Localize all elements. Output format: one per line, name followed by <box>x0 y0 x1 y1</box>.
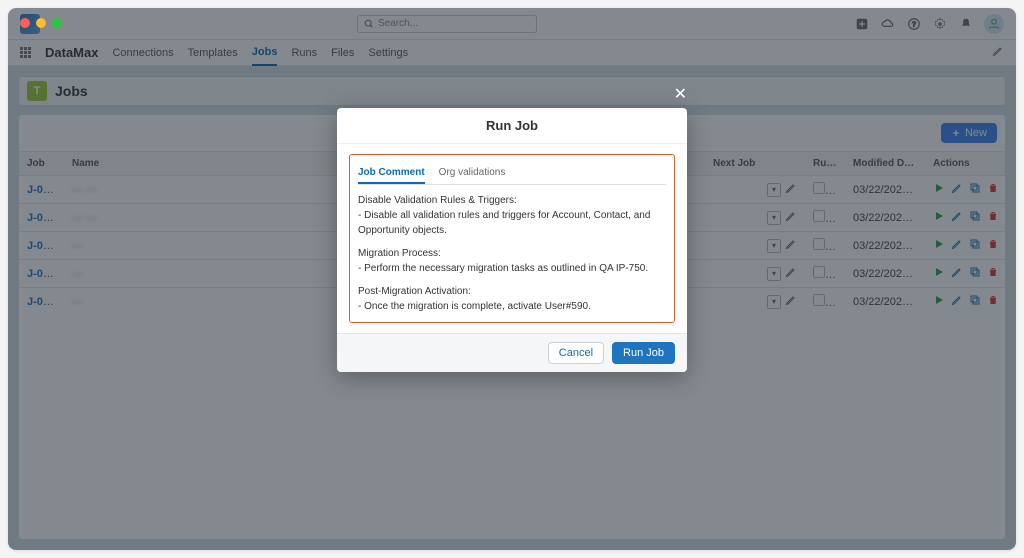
tab-job-comment[interactable]: Job Comment <box>358 163 425 184</box>
macos-zoom[interactable] <box>52 18 62 28</box>
cancel-button[interactable]: Cancel <box>548 342 604 364</box>
comment-section-title: Migration Process: <box>358 246 666 261</box>
modal-title: Run Job <box>337 108 687 144</box>
comment-section-title: Disable Validation Rules & Triggers: <box>358 193 666 208</box>
comment-section-body: - Perform the necessary migration tasks … <box>358 261 666 276</box>
macos-close[interactable] <box>20 18 30 28</box>
close-icon[interactable]: ✕ <box>674 84 687 104</box>
comment-section-title: Post-Migration Activation: <box>358 284 666 299</box>
comment-section-body: - Disable all validation rules and trigg… <box>358 208 666 238</box>
highlight-box: Job Comment Org validations Disable Vali… <box>349 154 675 323</box>
modal-overlay: ✕ Run Job Job Comment Org validations Di… <box>8 8 1016 550</box>
comment-section-body: - Once the migration is complete, activa… <box>358 299 666 314</box>
macos-minimize[interactable] <box>36 18 46 28</box>
tab-org-validations[interactable]: Org validations <box>439 163 506 184</box>
run-job-button[interactable]: Run Job <box>612 342 675 364</box>
job-comment-content: Disable Validation Rules & Triggers: - D… <box>358 193 666 314</box>
run-job-modal: Run Job Job Comment Org validations Disa… <box>337 108 687 372</box>
